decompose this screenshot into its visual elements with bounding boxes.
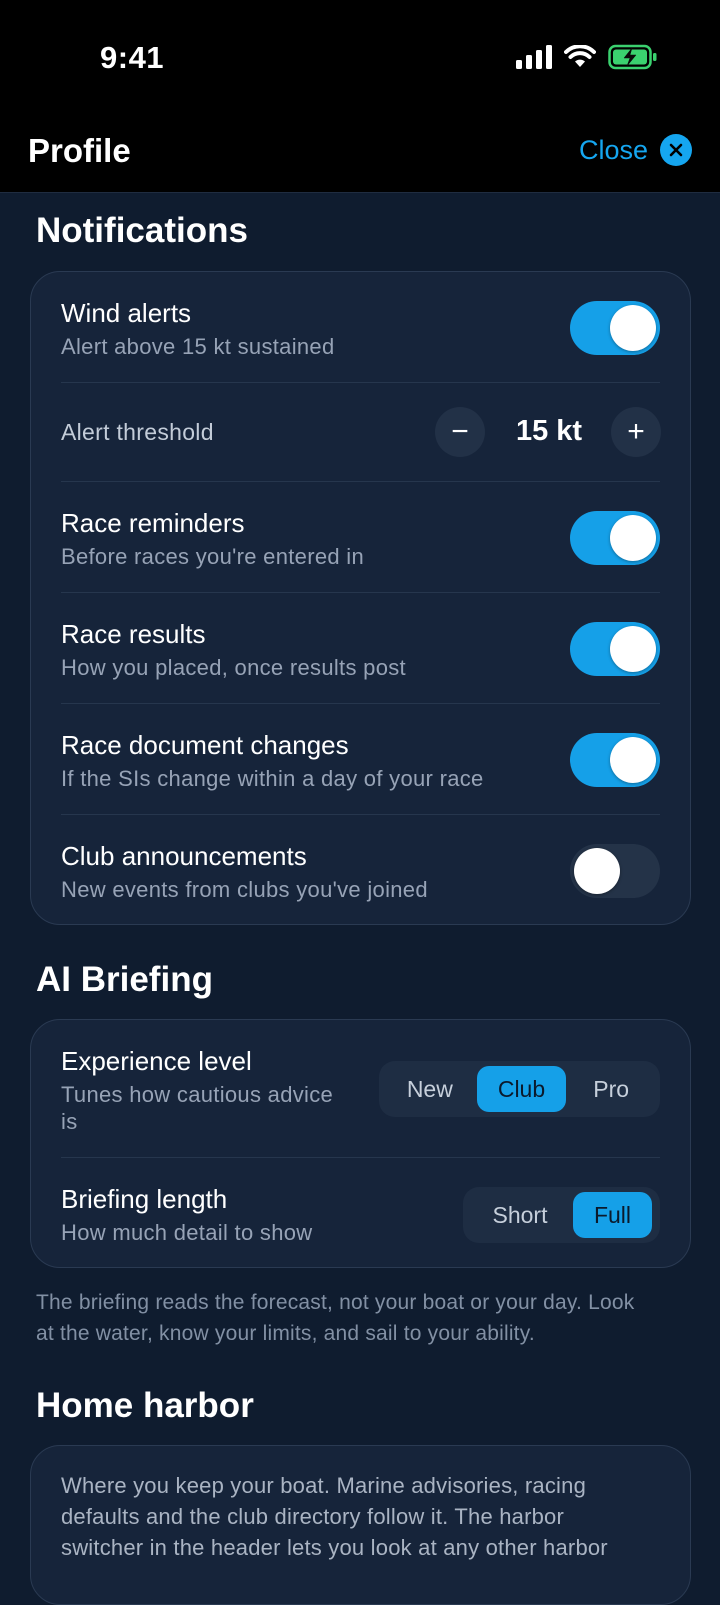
status-icons (516, 44, 658, 70)
increase-threshold-button[interactable]: + (611, 407, 661, 457)
alert-threshold-row: Alert threshold − 15 kt + (61, 383, 661, 481)
notifications-card: Wind alerts Alert above 15 kt sustained … (30, 271, 691, 925)
race-reminders-title: Race reminders (61, 508, 245, 538)
wind-alerts-row: Wind alerts Alert above 15 kt sustained (61, 298, 660, 378)
divider (61, 481, 660, 482)
home-harbor-section-title: Home harbor (36, 1386, 254, 1425)
decrease-threshold-button[interactable]: − (435, 407, 485, 457)
toggle-knob (574, 848, 620, 894)
briefing-option-short[interactable]: Short (467, 1192, 573, 1238)
toggle-knob (610, 305, 656, 351)
notifications-section-title: Notifications (36, 211, 248, 250)
race-results-title: Race results (61, 619, 206, 649)
briefing-length-row: Briefing length How much detail to show … (61, 1184, 660, 1264)
race-reminders-toggle[interactable] (570, 511, 660, 565)
briefing-disclaimer: The briefing reads the forecast, not you… (36, 1287, 686, 1349)
plus-icon: + (627, 415, 645, 448)
ai-briefing-card: Experience level Tunes how cautious advi… (30, 1019, 691, 1268)
race-results-subtitle: How you placed, once results post (61, 655, 406, 680)
experience-option-pro[interactable]: Pro (566, 1066, 656, 1112)
header: Profile Close (0, 112, 720, 193)
race-document-changes-toggle[interactable] (570, 733, 660, 787)
briefing-length-subtitle: How much detail to show (61, 1220, 313, 1245)
club-announcements-title: Club announcements (61, 841, 307, 871)
race-document-changes-subtitle: If the SIs change within a day of your r… (61, 766, 484, 791)
race-results-toggle[interactable] (570, 622, 660, 676)
race-reminders-subtitle: Before races you're entered in (61, 544, 365, 569)
briefing-length-selector: Short Full (463, 1187, 660, 1243)
home-harbor-card: Where you keep your boat. Marine advisor… (30, 1445, 691, 1605)
race-document-changes-title: Race document changes (61, 730, 349, 760)
briefing-option-full[interactable]: Full (573, 1192, 652, 1238)
ai-briefing-section-title: AI Briefing (36, 960, 213, 999)
page-title: Profile (28, 132, 131, 169)
briefing-disclaimer-line1: The briefing reads the forecast, not you… (36, 1291, 635, 1314)
divider (61, 814, 660, 815)
wind-alerts-subtitle: Alert above 15 kt sustained (61, 334, 335, 359)
experience-option-new[interactable]: New (383, 1066, 477, 1112)
cellular-signal-icon (516, 45, 552, 69)
toggle-knob (610, 737, 656, 783)
experience-option-club[interactable]: Club (476, 1066, 567, 1112)
close-button[interactable]: Close (579, 134, 692, 166)
experience-level-row: Experience level Tunes how cautious advi… (61, 1046, 660, 1158)
status-time: 9:41 (100, 40, 165, 75)
close-icon[interactable] (660, 134, 692, 166)
wind-alerts-toggle[interactable] (570, 301, 660, 355)
experience-level-subtitle-line1: Tunes how cautious advice (61, 1082, 334, 1107)
home-harbor-line3: switcher in the header lets you look at … (61, 1535, 608, 1560)
home-harbor-line2: defaults and the club directory follow i… (61, 1504, 565, 1529)
club-announcements-subtitle: New events from clubs you've joined (61, 877, 428, 902)
race-results-row: Race results How you placed, once result… (61, 619, 660, 699)
home-harbor-description: Where you keep your boat. Marine advisor… (61, 1470, 660, 1563)
club-announcements-toggle[interactable] (570, 844, 660, 898)
wifi-icon (564, 45, 596, 67)
alert-threshold-value: 15 kt (515, 415, 583, 447)
toggle-knob (610, 515, 656, 561)
experience-level-title: Experience level (61, 1046, 252, 1076)
experience-level-selector: New Club Pro (379, 1061, 660, 1117)
toggle-knob (610, 626, 656, 672)
close-label: Close (578, 134, 648, 165)
experience-level-subtitle-line2: is (61, 1109, 78, 1134)
alert-threshold-label: Alert threshold (61, 419, 214, 445)
briefing-disclaimer-line2: at the water, know your limits, and sail… (36, 1322, 535, 1345)
minus-icon: − (451, 415, 469, 448)
divider (61, 592, 660, 593)
home-harbor-line1: Where you keep your boat. Marine advisor… (61, 1473, 587, 1498)
status-bar: 9:41 (0, 0, 720, 112)
club-announcements-row: Club announcements New events from clubs… (61, 841, 660, 921)
race-document-changes-row: Race document changes If the SIs change … (61, 730, 660, 810)
briefing-length-title: Briefing length (61, 1184, 228, 1214)
wind-alerts-title: Wind alerts (61, 298, 192, 328)
divider (61, 703, 660, 704)
race-reminders-row: Race reminders Before races you're enter… (61, 508, 660, 588)
battery-charging-icon (608, 44, 657, 70)
divider (61, 1157, 660, 1158)
